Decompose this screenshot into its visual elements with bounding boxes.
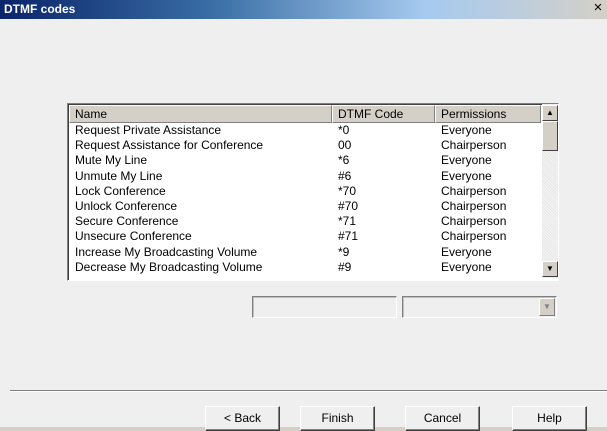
row-permissions: Chairperson — [441, 138, 507, 153]
vertical-scrollbar[interactable]: ▲ ▼ — [542, 104, 558, 278]
list-row[interactable]: Unmute My Line #6 Everyone — [69, 169, 541, 184]
row-code: *70 — [338, 183, 357, 198]
column-header-dtmf-code[interactable]: DTMF Code — [332, 105, 435, 123]
list-row[interactable]: Mute My Line *6 Everyone — [69, 153, 541, 168]
cancel-button[interactable]: Cancel — [405, 406, 480, 431]
row-code: #6 — [338, 168, 352, 183]
row-name: Secure Conference — [75, 214, 179, 229]
list-row[interactable]: Increase My Broadcasting Volume *9 Everyon… — [69, 245, 541, 260]
separator — [10, 390, 607, 392]
row-code: *0 — [338, 123, 350, 137]
list-row[interactable]: Lock Conference *70 Chairperson — [69, 184, 541, 199]
list-header: Name DTMF Code Permissions — [69, 105, 541, 123]
back-button[interactable]: < Back — [205, 406, 280, 431]
list-row[interactable]: Request Private Assistance *0 Everyone — [69, 123, 541, 138]
list-row[interactable]: Request Assistance for Conference 00 Chair… — [69, 138, 541, 153]
row-name: Unlock Conference — [75, 198, 178, 213]
title-bar: DTMF codes × — [0, 0, 607, 19]
row-permissions: Chairperson — [441, 183, 507, 198]
row-permissions: Everyone — [441, 123, 492, 137]
column-header-permissions[interactable]: Permissions — [435, 105, 541, 123]
chevron-down-icon[interactable]: ▼ — [539, 298, 555, 316]
finish-button[interactable]: Finish — [300, 406, 375, 431]
row-name: Unsecure Conference — [75, 229, 192, 244]
row-permissions: Everyone — [441, 168, 492, 183]
list-row[interactable]: Decrease My Broadcasting Volume #9 Everyon… — [69, 260, 541, 275]
permissions-dropdown[interactable]: ▼ — [402, 296, 557, 318]
row-code: #70 — [338, 198, 359, 213]
row-name: Decrease My Broadcasting Volume — [75, 259, 263, 274]
list-row[interactable]: Secure Conference *71 Chairperson — [69, 214, 541, 229]
row-code: *71 — [338, 214, 357, 229]
help-button[interactable]: Help — [512, 406, 587, 431]
scroll-thumb[interactable] — [542, 121, 558, 151]
row-permissions: Everyone — [441, 244, 492, 259]
row-permissions: Chairperson — [441, 214, 507, 229]
row-permissions: Everyone — [441, 153, 492, 168]
row-code: #71 — [338, 229, 359, 244]
list-rows: Request Private Assistance *0 Everyone Req… — [69, 123, 541, 275]
column-header-name[interactable]: Name — [69, 105, 332, 123]
row-code: *6 — [338, 153, 350, 168]
scroll-down-icon[interactable]: ▼ — [542, 261, 558, 277]
dtmf-code-input[interactable] — [252, 296, 397, 318]
row-code: #9 — [338, 259, 352, 274]
row-permissions: Chairperson — [441, 198, 507, 213]
close-icon[interactable]: × — [591, 0, 605, 16]
row-name: Request Private Assistance — [75, 123, 222, 137]
row-code: *9 — [338, 244, 350, 259]
list-row[interactable]: Unlock Conference #70 Chairperson — [69, 199, 541, 214]
row-code: 00 — [338, 138, 352, 153]
list-row[interactable]: Unsecure Conference #71 Chairperson — [69, 229, 541, 244]
dialog-body: Name DTMF Code Permissions Request Priva… — [0, 19, 607, 431]
row-name: Lock Conference — [75, 183, 166, 198]
row-permissions: Chairperson — [441, 229, 507, 244]
window-title: DTMF codes — [4, 2, 76, 16]
row-name: Unmute My Line — [75, 168, 163, 183]
row-permissions: Everyone — [441, 259, 492, 274]
dtmf-codes-list[interactable]: Name DTMF Code Permissions Request Priva… — [67, 103, 559, 281]
row-name: Request Assistance for Conference — [75, 138, 264, 153]
row-name: Mute My Line — [75, 153, 148, 168]
row-name: Increase My Broadcasting Volume — [75, 244, 258, 259]
scroll-up-icon[interactable]: ▲ — [542, 105, 558, 121]
